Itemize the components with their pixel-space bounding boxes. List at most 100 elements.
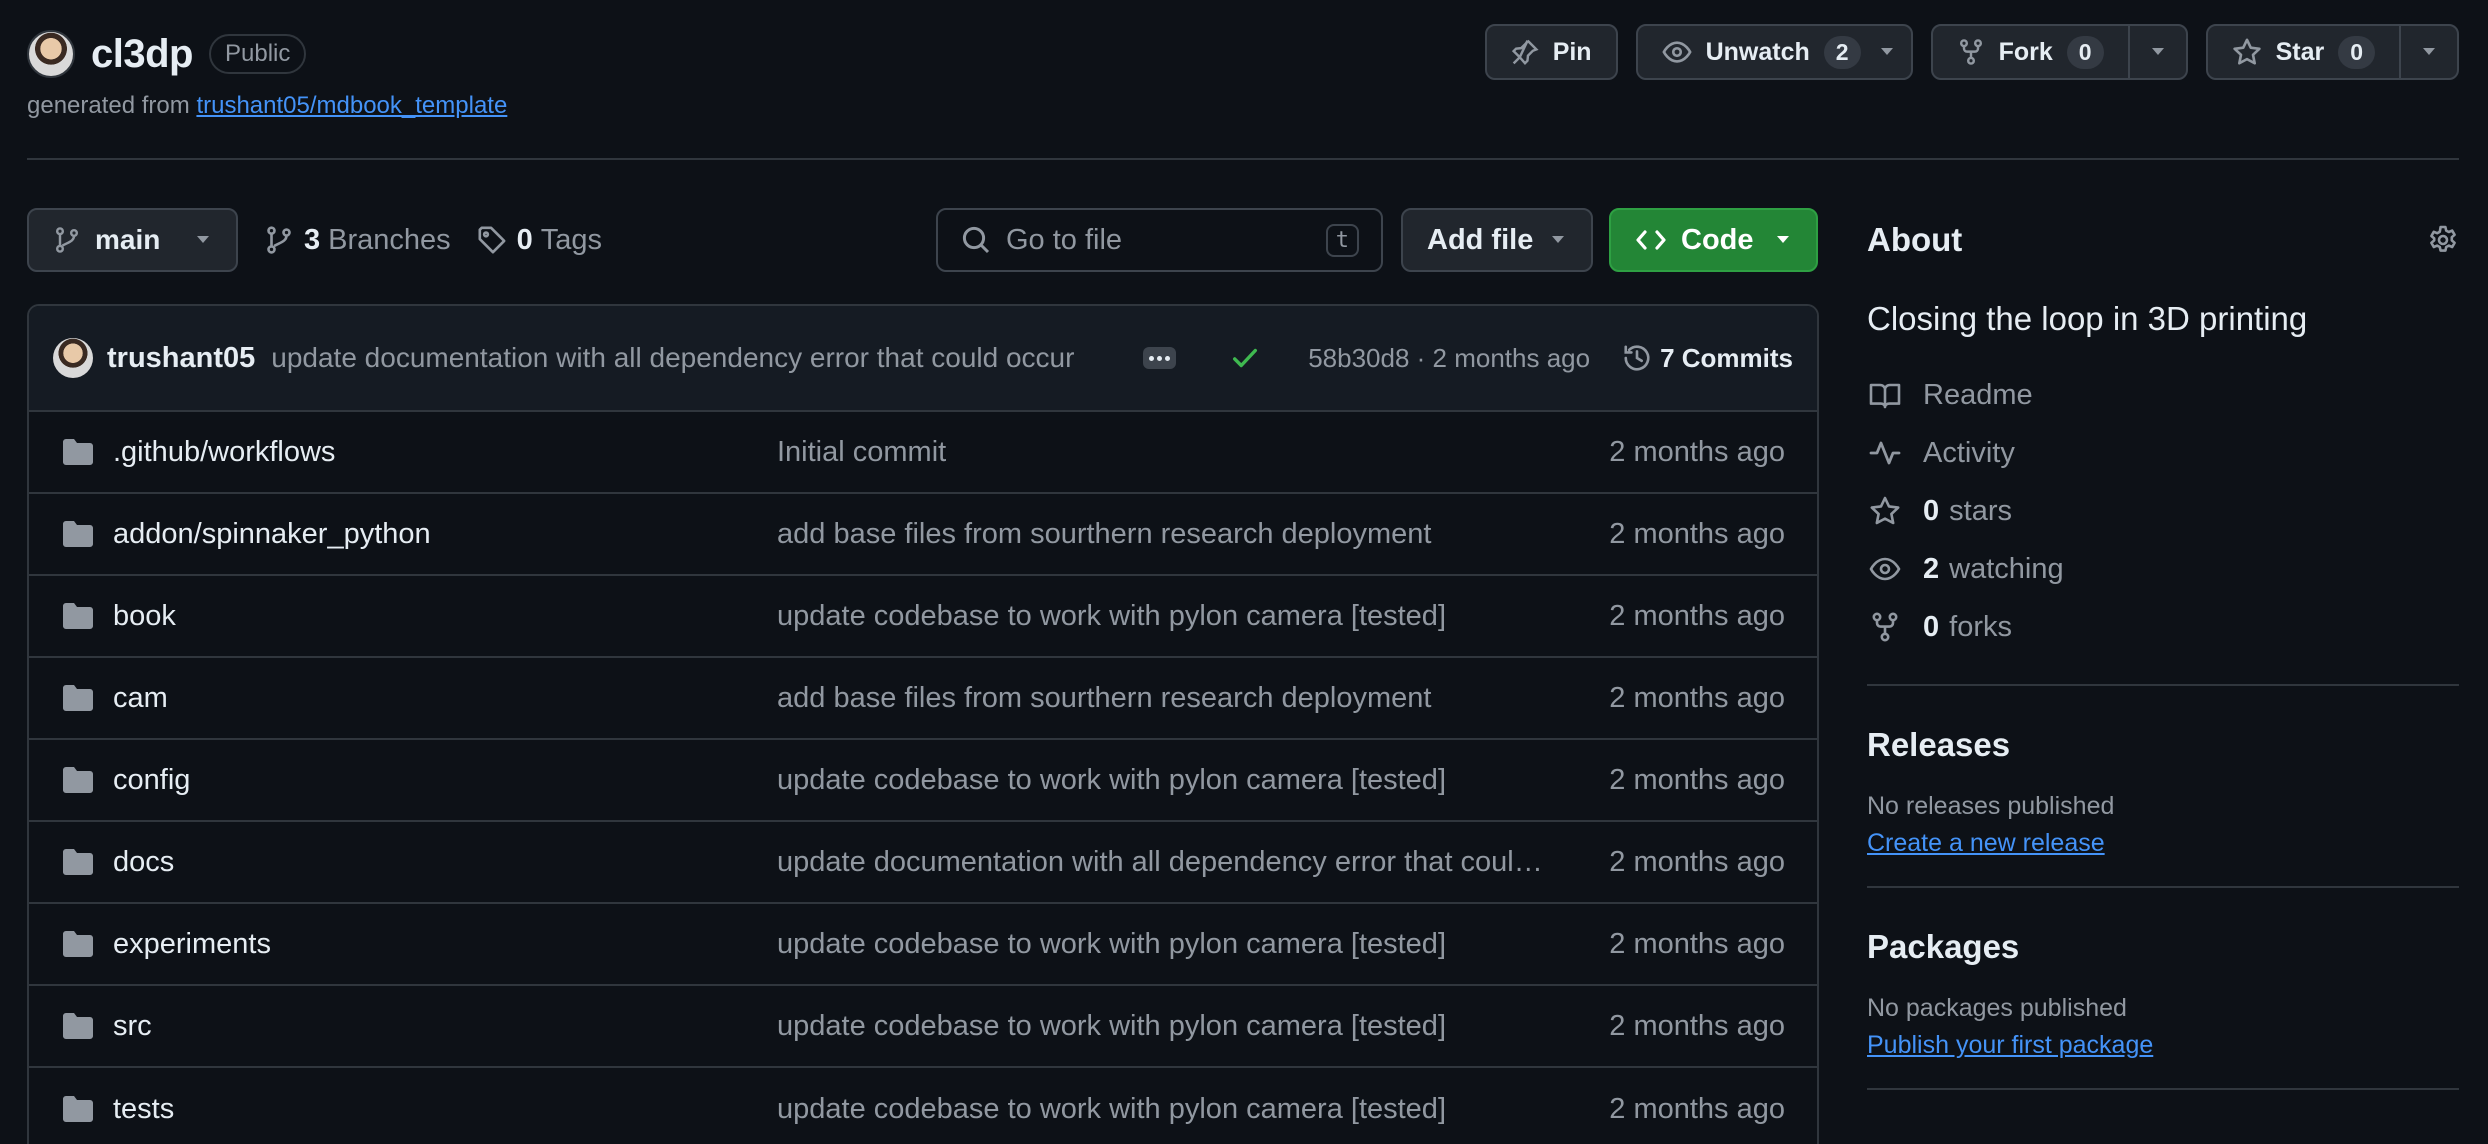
stars-link[interactable]: 0 stars [1867,482,2459,540]
file-name[interactable]: book [113,600,176,633]
stars-count: 0 [1923,494,1940,527]
commit-author-avatar[interactable] [53,338,93,378]
branch-selector[interactable]: main [27,208,238,272]
file-row[interactable]: config update codebase to work with pylo… [29,740,1817,822]
add-file-button[interactable]: Add file [1401,208,1593,272]
repo-description: Closing the loop in 3D printing [1867,300,2308,337]
file-commit-message[interactable]: Initial commit [777,436,1547,469]
file-row[interactable]: experiments update codebase to work with… [29,904,1817,986]
file-row[interactable]: addon/spinnaker_python add base files fr… [29,494,1817,576]
file-commit-message[interactable]: update documentation with all dependency… [777,846,1547,879]
pulse-icon [1867,437,1903,469]
check-icon[interactable] [1230,343,1260,373]
file-commit-date: 2 months ago [1609,1009,1785,1042]
fork-icon [1867,611,1903,643]
tags-count: 0 [516,223,533,256]
unwatch-button[interactable]: Unwatch 2 [1635,24,1913,80]
file-name[interactable]: experiments [113,928,271,961]
owner-avatar[interactable] [27,30,75,78]
folder-icon [61,601,95,631]
file-commit-date: 2 months ago [1609,1092,1785,1125]
expand-commit-button[interactable] [1142,347,1177,369]
code-label: Code [1681,223,1754,256]
caret-down-icon [194,235,212,245]
generated-from: generated from trushant05/mdbook_templat… [27,92,507,120]
file-name[interactable]: cam [113,682,168,715]
section-divider [1867,684,2459,686]
packages-title[interactable]: Packages [1867,928,2459,966]
file-row[interactable]: cam add base files from sourthern resear… [29,658,1817,740]
file-name[interactable]: addon/spinnaker_python [113,518,431,551]
header-divider [27,158,2459,160]
caret-down-icon [1774,235,1792,245]
about-sidebar: About Closing the loop in 3D printing Re… [1867,200,2459,1090]
search-icon [960,224,992,256]
file-name[interactable]: src [113,1010,152,1043]
about-links: Readme Activity 0 stars 2 watching 0 for… [1867,366,2459,656]
about-title: About [1867,221,1963,258]
branch-name: main [95,224,161,255]
file-row[interactable]: book update codebase to work with pylon … [29,576,1817,658]
star-icon [1867,495,1903,527]
eye-icon [1662,37,1692,67]
file-commit-message[interactable]: update codebase to work with pylon camer… [777,1010,1547,1043]
file-row[interactable]: tests update codebase to work with pylon… [29,1068,1817,1144]
commits-history-link[interactable]: 7 Commits [1622,343,1793,374]
file-row[interactable]: .github/workflows Initial commit 2 month… [29,412,1817,494]
file-name[interactable]: docs [113,846,174,879]
file-name[interactable]: config [113,764,190,797]
commit-sha-time[interactable]: 58b30d8 · 2 months ago [1308,343,1590,374]
book-icon [1867,379,1903,411]
publish-package-link[interactable]: Publish your first package [1867,1031,2153,1060]
code-button[interactable]: Code [1609,208,1818,272]
gear-icon[interactable] [2427,224,2459,256]
eye-icon [1867,553,1903,585]
tags-link[interactable]: 0 Tags [477,224,602,257]
template-link[interactable]: trushant05/mdbook_template [196,92,507,119]
file-commit-message[interactable]: update codebase to work with pylon camer… [777,764,1547,797]
file-toolbar: main 3 Branches 0 Tags Go to file t Add … [27,208,1818,272]
repo-name[interactable]: cl3dp [91,32,193,77]
folder-icon [61,1094,95,1124]
file-commit-message[interactable]: update codebase to work with pylon camer… [777,1093,1547,1126]
go-to-file-input[interactable]: Go to file t [936,208,1383,272]
star-menu-toggle[interactable] [2399,26,2457,78]
history-icon [1622,343,1652,373]
readme-link[interactable]: Readme [1867,366,2459,424]
fork-button[interactable]: Fork 0 [1930,24,2188,80]
releases-title[interactable]: Releases [1867,726,2459,764]
code-icon [1635,224,1667,256]
branches-label: Branches [328,223,451,256]
pin-button[interactable]: Pin [1484,24,1618,80]
activity-link[interactable]: Activity [1867,424,2459,482]
file-name[interactable]: .github/workflows [113,436,335,469]
folder-icon [61,519,95,549]
folder-icon [61,437,95,467]
forks-link[interactable]: 0 forks [1867,598,2459,656]
unwatch-label: Unwatch [1705,37,1810,66]
file-commit-message[interactable]: update codebase to work with pylon camer… [777,928,1547,961]
git-branch-icon [53,226,81,254]
fork-menu-toggle[interactable] [2127,26,2186,78]
commit-message[interactable]: update documentation with all dependency… [271,342,1118,374]
file-commit-message[interactable]: add base files from sourthern research d… [777,682,1547,715]
file-name[interactable]: tests [113,1093,174,1126]
file-row[interactable]: docs update documentation with all depen… [29,822,1817,904]
repo-page: cl3dp Public generated from trushant05/m… [0,0,2488,1144]
commit-author[interactable]: trushant05 [107,342,255,375]
file-commit-message[interactable]: add base files from sourthern research d… [777,518,1547,551]
repo-actions: Pin Unwatch 2 Fork 0 Star 0 [1484,24,2459,80]
watching-link[interactable]: 2 watching [1867,540,2459,598]
file-row[interactable]: src update codebase to work with pylon c… [29,986,1817,1068]
file-commit-message[interactable]: update codebase to work with pylon camer… [777,600,1547,633]
star-counter: 0 [2338,35,2375,69]
branches-link[interactable]: 3 Branches [264,224,451,257]
latest-commit-bar: trushant05 update documentation with all… [29,306,1817,412]
star-button[interactable]: Star 0 [2205,24,2459,80]
forks-label: forks [1949,610,2012,643]
section-divider [1867,1088,2459,1090]
file-commit-date: 2 months ago [1609,435,1785,468]
search-placeholder: Go to file [1006,223,1123,256]
star-label: Star [2275,37,2325,66]
create-release-link[interactable]: Create a new release [1867,829,2105,858]
